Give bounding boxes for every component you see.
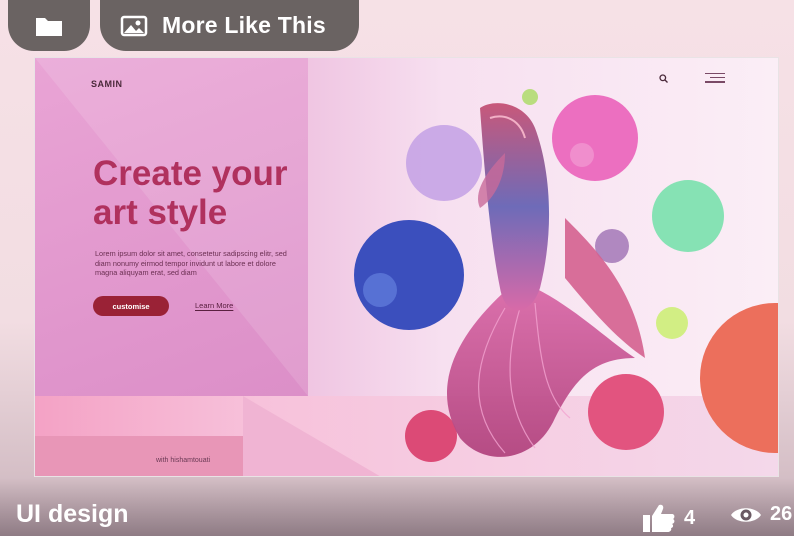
- brand-logo: SAMIN: [91, 79, 123, 89]
- bubble-lime-small: [522, 89, 538, 105]
- bubble-mint: [652, 180, 724, 252]
- credit-text: with hishamtouati: [156, 457, 211, 464]
- more-like-this-label: More Like This: [162, 12, 326, 38]
- folder-icon: [36, 17, 62, 36]
- menu-icon[interactable]: [705, 73, 725, 83]
- likes-stat[interactable]: 4: [642, 503, 695, 533]
- bubble-rose: [588, 374, 664, 450]
- bubble-lavender: [406, 125, 482, 201]
- headline-line-2: art style: [93, 193, 228, 232]
- hero-headline: Create your art style: [93, 154, 333, 232]
- hero-body-copy: Lorem ipsum dolor sit amet, consetetur s…: [95, 249, 287, 277]
- thumbs-up-icon: [643, 504, 675, 532]
- image-icon: [120, 15, 148, 36]
- views-stat[interactable]: 26: [730, 503, 792, 526]
- bubble-blue: [354, 220, 464, 330]
- fish-body: [480, 103, 550, 311]
- search-icon[interactable]: [659, 74, 668, 83]
- artwork-preview[interactable]: SAMIN Create your art style Lorem ipsum …: [34, 57, 779, 477]
- folder-button[interactable]: [8, 0, 90, 51]
- learn-more-link[interactable]: Learn More: [195, 301, 233, 310]
- headline-line-1: Create your: [93, 154, 288, 193]
- project-title[interactable]: UI design: [16, 500, 129, 529]
- bubble-lime: [656, 307, 688, 339]
- bubble-crimson: [405, 410, 457, 462]
- more-like-this-button[interactable]: More Like This: [100, 0, 359, 51]
- customise-button[interactable]: customise: [93, 296, 169, 316]
- views-count: 26: [770, 503, 793, 525]
- eye-icon: [731, 507, 761, 522]
- likes-count: 4: [684, 506, 696, 529]
- bubble-coral: [700, 303, 778, 453]
- bubble-magenta: [552, 95, 638, 181]
